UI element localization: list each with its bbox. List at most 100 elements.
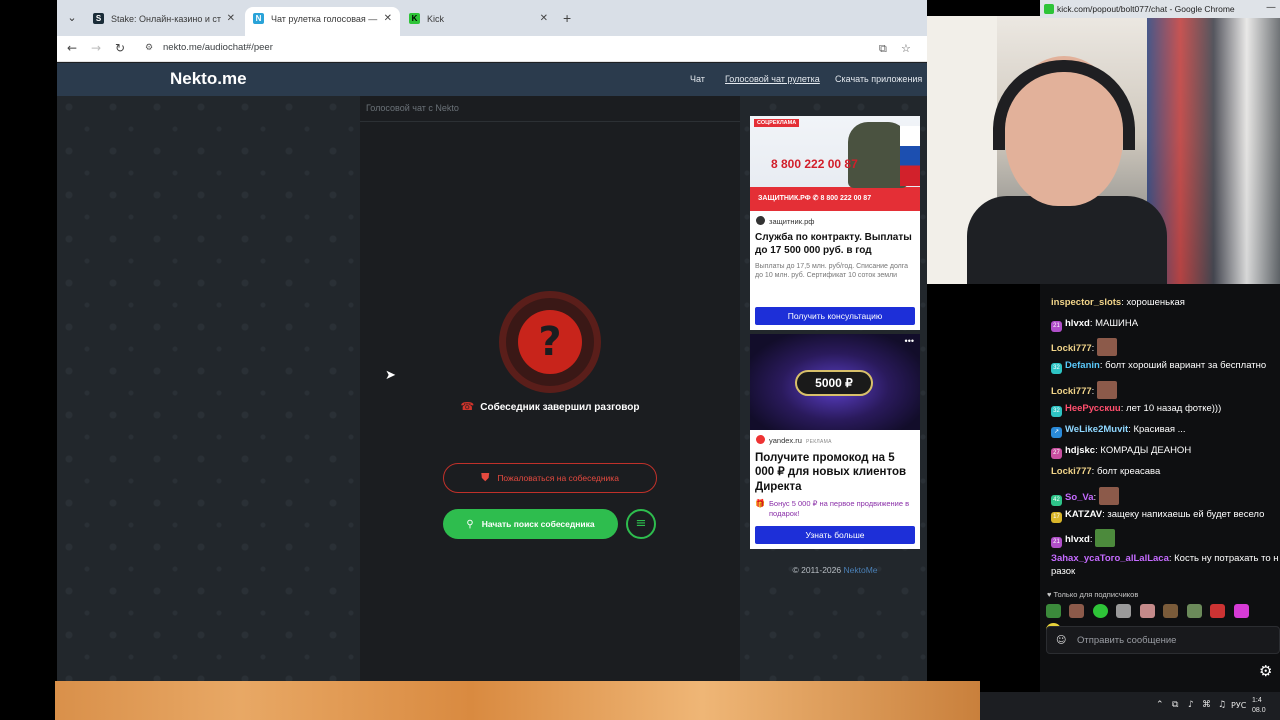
chat-username[interactable]: WeLike2Muvit — [1065, 424, 1128, 435]
chat-username[interactable]: hlvxd — [1065, 318, 1090, 329]
emote-icon[interactable] — [1210, 604, 1226, 618]
clock[interactable]: 1:4 08.0 — [1252, 696, 1266, 716]
emote-icon[interactable] — [1163, 604, 1179, 618]
copyright-text: © 2011-2026 — [792, 565, 842, 575]
reload-icon[interactable]: ↻ — [111, 39, 129, 57]
input-placeholder: Отправить сообщение — [1077, 635, 1177, 646]
ad-phone: 8 800 222 00 87 — [771, 157, 858, 171]
kick-favicon-icon: K — [409, 13, 420, 24]
clock-time: 1:4 — [1252, 697, 1262, 704]
nav-chat[interactable]: Чат — [690, 74, 705, 84]
subscriber-badge-icon: 42 — [1051, 495, 1062, 506]
report-peer-button[interactable]: ⛊ Пожаловаться на собеседника — [443, 463, 657, 493]
tray-chevron-icon[interactable]: ⌃ — [1156, 700, 1164, 710]
chat-username[interactable]: hlvxd — [1065, 534, 1090, 545]
chat-username[interactable]: KATZAV — [1065, 509, 1102, 520]
emote-icon — [1096, 381, 1117, 399]
nav-voice-chat[interactable]: Голосовой чат рулетка — [725, 74, 820, 84]
tab-strip: ⌄ S Stake: Онлайн-казино и ставк ✕ N Чат… — [57, 0, 927, 36]
subscriber-badge-icon: 17 — [1051, 512, 1062, 523]
back-icon[interactable]: ← — [63, 39, 81, 57]
start-search-button[interactable]: ⚲ Начать поиск собеседника — [443, 509, 618, 539]
subscriber-badge-icon: 21 — [1051, 537, 1062, 548]
forward-icon[interactable]: → — [87, 39, 105, 57]
chat-username[interactable]: hdjskc — [1065, 445, 1095, 456]
site-logo[interactable]: Nekto.me — [170, 69, 247, 89]
chat-text: разок — [1051, 566, 1076, 577]
chat-text: болт креасава — [1096, 466, 1161, 477]
tab-nekto[interactable]: N Чат рулетка голосовая — Nek ✕ — [245, 7, 400, 36]
chat-message-input[interactable]: ☺ Отправить сообщение — [1046, 626, 1280, 654]
emote-bar — [1046, 604, 1276, 637]
emote-icon[interactable] — [1186, 604, 1202, 618]
chat-message: Locki777: — [1051, 381, 1280, 399]
chat-message: Locki777: — [1051, 338, 1280, 356]
new-tab-icon[interactable]: + — [563, 9, 571, 27]
nav-download-apps[interactable]: Скачать приложения — [835, 74, 922, 84]
close-tab-icon[interactable]: ✕ — [384, 7, 392, 31]
emote-icon — [1095, 529, 1116, 547]
ad-cta-button[interactable]: Узнать больше — [755, 526, 915, 544]
chat-message: ↗ WeLike2Muvit: Красивая ... — [1051, 423, 1280, 438]
chat-username[interactable]: inspector_slots — [1051, 297, 1121, 308]
chat-message: 32 HeeРусскuu: лет 10 назад фотке))) — [1051, 402, 1280, 417]
emote-icon[interactable] — [1092, 604, 1108, 618]
ad-contract-service[interactable]: СОЦРЕКЛАМА 8 800 222 00 87 ЗАЩИТНИК.РФ ✆… — [750, 116, 920, 330]
chat-username[interactable]: Locki777 — [1051, 466, 1092, 477]
emote-icon[interactable] — [1139, 604, 1155, 618]
cast-icon[interactable]: ⧉ — [879, 42, 887, 56]
subs-only-text: Только для подписчиков — [1053, 590, 1139, 599]
chat-text: Кость ну потрахать то н — [1174, 553, 1279, 564]
ad-yandex-direct[interactable]: ••• 5000 ₽ yandex.ru РЕКЛАМА Получите про… — [750, 334, 920, 549]
yandex-icon — [756, 435, 765, 444]
stake-favicon-icon: S — [93, 13, 104, 24]
ad-source: yandex.ru РЕКЛАМА — [756, 435, 832, 445]
emote-icon[interactable] — [1233, 604, 1249, 618]
site-info-icon[interactable]: ⚙ — [145, 43, 153, 53]
minimize-icon[interactable]: — — [1266, 2, 1276, 13]
ad-cta-button[interactable]: Получить консультацию — [755, 307, 915, 325]
mouse-cursor-icon: ➤ — [385, 368, 396, 383]
chat-message: inspector_slots: хорошенькая — [1051, 296, 1280, 309]
question-mark-icon: ? — [518, 310, 582, 374]
tab-stake[interactable]: S Stake: Онлайн-казино и ставк ✕ — [85, 7, 243, 36]
chat-username[interactable]: HeeРусскuu — [1065, 403, 1121, 414]
gear-icon[interactable]: ⚙ — [1259, 662, 1272, 680]
close-tab-icon[interactable]: ✕ — [540, 7, 548, 31]
tab-title: Чат рулетка голосовая — Nek — [271, 14, 379, 24]
chat-username[interactable]: Locki777 — [1051, 386, 1092, 397]
settings-sliders-button[interactable]: ≡ — [626, 509, 656, 539]
chat-username[interactable]: Defanin — [1065, 360, 1100, 371]
chat-message: 27 hdjskc: КОМРАДЫ ДЕАНОН — [1051, 444, 1280, 459]
url-text[interactable]: nekto.me/audiochat#/peer — [163, 42, 273, 53]
address-bar[interactable]: ⚙ nekto.me/audiochat#/peer ⧉ ☆ — [137, 38, 911, 60]
bookmark-star-icon[interactable]: ☆ — [901, 42, 911, 55]
ad-bonus-text: 🎁 Бонус 5 000 ₽ на первое продвижение в п… — [755, 499, 915, 519]
tab-kick[interactable]: K Kick ✕ — [401, 7, 556, 36]
network-icon[interactable]: ⌘ — [1202, 700, 1211, 710]
call-ended-status: ☎ Собеседник завершил разговор — [360, 400, 740, 413]
more-options-icon[interactable]: ••• — [905, 336, 914, 346]
flag-image — [900, 126, 920, 186]
tab-search-icon[interactable]: ⌄ — [63, 9, 81, 27]
promo-pill: 5000 ₽ — [795, 370, 873, 396]
tray-app-icon[interactable]: ⧉ — [1172, 700, 1178, 710]
emote-icon[interactable] — [1069, 604, 1085, 618]
emote-icon[interactable] — [1046, 604, 1061, 618]
chat-username[interactable]: Locki777 — [1051, 343, 1092, 354]
close-tab-icon[interactable]: ✕ — [227, 7, 235, 31]
report-label: Пожаловаться на собеседника — [497, 473, 619, 483]
emote-icon[interactable] — [1116, 604, 1132, 618]
ad-image: СОЦРЕКЛАМА 8 800 222 00 87 ЗАЩИТНИК.РФ ✆… — [750, 116, 920, 211]
volume-icon[interactable]: ♫ — [1218, 700, 1226, 710]
footer-link[interactable]: NektoMe — [844, 565, 878, 575]
chat-message: 42 So_Va: — [1051, 487, 1280, 506]
peer-avatar-ring: ? — [499, 291, 601, 393]
chat-username[interactable]: So_Va — [1065, 492, 1094, 503]
chat-text: МАШИНА — [1095, 318, 1139, 329]
microphone-icon[interactable]: ♪ — [1188, 700, 1194, 710]
chat-username[interactable]: Заhах_ycaToго_alLalLaca — [1051, 553, 1169, 564]
chat-text: защеку напихаешь ей будет весело — [1107, 509, 1265, 520]
language-indicator[interactable]: РУС — [1231, 701, 1246, 710]
emoji-icon[interactable]: ☺ — [1056, 635, 1066, 646]
